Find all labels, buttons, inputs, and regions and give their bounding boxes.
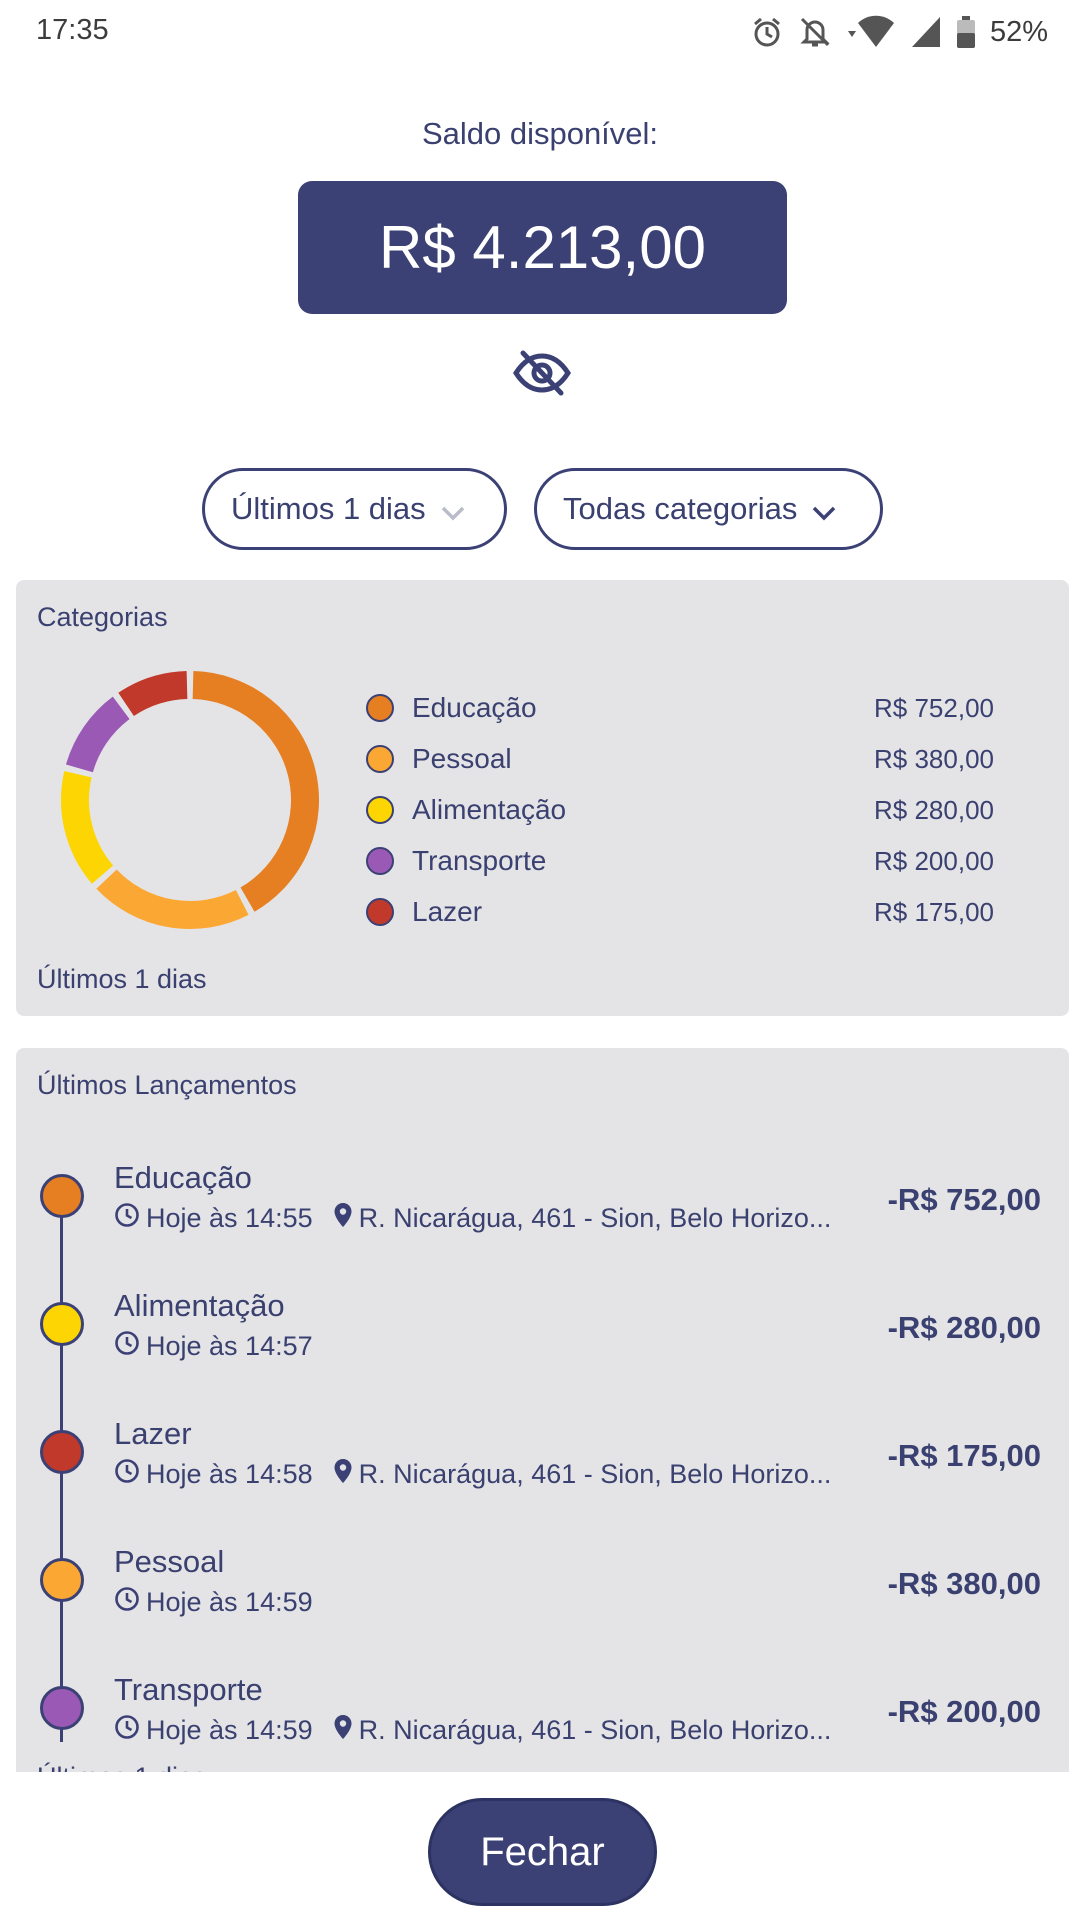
location-pin-icon [333,1458,359,1491]
donut-slice-0 [192,671,319,912]
transaction-amount: -R$ 280,00 [887,1310,1041,1345]
legend-category-value: R$ 752,00 [874,692,994,723]
legend-category-name: Lazer [412,896,483,927]
transaction-color-dot [40,1174,84,1218]
legend-category-name: Alimentação [412,794,567,825]
transaction-meta: Hoje às 14:55 R. Nicarágua, 461 - Sion, B… [114,1202,831,1235]
legend-category-value: R$ 380,00 [874,743,994,774]
donut-slice-1 [96,869,249,929]
clock-icon [114,1330,146,1363]
clock-icon [114,1202,146,1235]
legend-category-value: R$ 280,00 [874,794,994,825]
transaction-location: R. Nicarágua, 461 - Sion, Belo Horizo... [358,1203,832,1233]
transaction-amount: -R$ 200,00 [887,1694,1041,1729]
clock-icon [114,1458,146,1491]
transaction-meta: Hoje às 14:58 R. Nicarágua, 461 - Sion, B… [114,1458,831,1491]
transactions-title: Últimos Lançamentos [37,1070,297,1100]
donut-slice-3 [65,696,130,773]
wifi-icon [846,15,896,49]
legend-category-name: Pessoal [412,743,512,774]
notifications-off-icon [798,15,832,49]
balance-label: Saldo disponível: [421,116,659,151]
transaction-item[interactable]: Alimentação Hoje às 14:57 -R$ 280,00 [16,1288,1069,1388]
transaction-category: Lazer [114,1416,192,1451]
transaction-location: R. Nicarágua, 461 - Sion, Belo Horizo... [358,1715,832,1745]
battery-percent: 52% [989,15,1048,48]
chevron-down-icon [811,493,837,529]
close-button[interactable]: Fechar [428,1798,657,1906]
categories-donut-chart [61,671,319,929]
transaction-time: Hoje às 14:59 [146,1587,313,1617]
legend-category-name: Transporte [412,845,547,876]
transaction-color-dot [40,1302,84,1346]
legend-row: Transporte R$ 200,00 [356,841,1036,881]
transaction-item[interactable]: Educação Hoje às 14:55 R. Nicarágua, 461 -… [16,1160,1069,1260]
category-filter-dropdown[interactable]: Todas categorias [534,468,883,550]
legend-row: Pessoal R$ 380,00 [356,739,1036,779]
donut-slice-4 [118,671,188,717]
chevron-down-icon [440,493,466,529]
transaction-category: Alimentação [114,1288,285,1323]
categories-title: Categorias [37,602,168,632]
transaction-item[interactable]: Transporte Hoje às 14:59 R. Nicarágua, 461… [16,1672,1069,1772]
balance-value: R$ 4.213,00 [298,181,787,314]
alarm-icon [750,15,784,49]
transaction-time: Hoje às 14:55 [146,1203,313,1233]
transaction-amount: -R$ 752,00 [887,1182,1041,1217]
battery-icon [956,15,976,49]
transactions-cutoff-text: Últimos 1 dias [37,1762,207,1772]
category-filter-label: Todas categorias [563,491,798,526]
transaction-meta: Hoje às 14:59 R. Nicarágua, 461 - Sion, B… [114,1714,831,1747]
categories-card: Categorias Educação R$ 752,00 Pessoal R$ 38… [16,580,1069,1016]
legend-color-dot [366,745,394,773]
transaction-color-dot [40,1430,84,1474]
status-bar: 17:35 52% [0,0,1080,64]
period-filter-label: Últimos 1 dias [231,491,426,526]
period-filter-dropdown[interactable]: Últimos 1 dias [202,468,507,550]
categories-period: Últimos 1 dias [37,964,207,994]
legend-row: Educação R$ 752,00 [356,688,1036,728]
clock-icon [114,1586,146,1619]
legend-color-dot [366,898,394,926]
transactions-card: Últimos Lançamentos Educação Hoje às 14:5… [16,1048,1069,1772]
transaction-color-dot [40,1558,84,1602]
transaction-category: Educação [114,1160,252,1195]
signal-icon [910,15,942,49]
legend-category-value: R$ 175,00 [874,896,994,927]
transaction-category: Transporte [114,1672,263,1707]
clock-icon [114,1714,146,1747]
legend-row: Alimentação R$ 280,00 [356,790,1036,830]
transaction-color-dot [40,1686,84,1730]
location-pin-icon [333,1202,359,1235]
legend-row: Lazer R$ 175,00 [356,892,1036,932]
status-time: 17:35 [36,14,109,46]
transaction-meta: Hoje às 14:57 [114,1330,313,1363]
transaction-time: Hoje às 14:57 [146,1331,313,1361]
legend-category-name: Educação [412,692,537,723]
status-icons: 52% [750,12,1048,52]
transaction-time: Hoje às 14:58 [146,1459,313,1489]
legend-color-dot [366,694,394,722]
transaction-location: R. Nicarágua, 461 - Sion, Belo Horizo... [358,1459,832,1489]
transaction-meta: Hoje às 14:59 [114,1586,313,1619]
transaction-time: Hoje às 14:59 [146,1715,313,1745]
eye-off-icon[interactable] [512,348,572,398]
transaction-amount: -R$ 380,00 [887,1566,1041,1601]
legend-color-dot [366,796,394,824]
transaction-category: Pessoal [114,1544,225,1579]
legend-color-dot [366,847,394,875]
transaction-item[interactable]: Lazer Hoje às 14:58 R. Nicarágua, 461 - Si… [16,1416,1069,1516]
location-pin-icon [333,1714,359,1747]
legend-category-value: R$ 200,00 [874,845,994,876]
transaction-amount: -R$ 175,00 [887,1438,1041,1473]
transaction-item[interactable]: Pessoal Hoje às 14:59 -R$ 380,00 [16,1544,1069,1644]
donut-slice-2 [61,771,114,884]
